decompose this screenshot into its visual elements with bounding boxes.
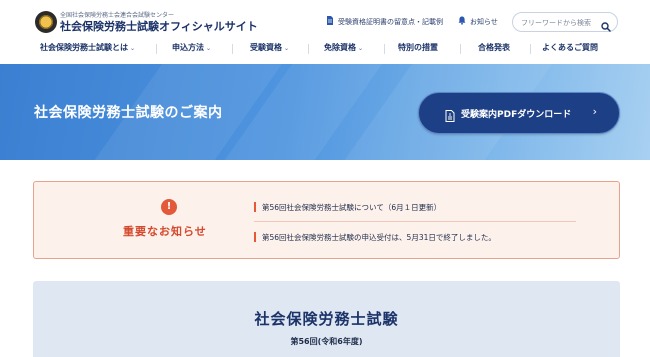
search-input[interactable] (521, 16, 597, 29)
nav-item-about[interactable]: 社会保険労務士試験とは ⌄ (40, 42, 135, 53)
pdf-file-icon (445, 107, 455, 122)
bell-icon (458, 16, 466, 27)
qualification-certificate-label: 受験資格証明書の留意点・記載例 (338, 17, 443, 26)
chevron-right-icon: › (592, 105, 597, 118)
exam-title: 社会保険労務士試験 (254, 310, 399, 328)
chevron-down-icon: ⌄ (206, 45, 212, 52)
nav-item-faq[interactable]: よくあるご質問 (542, 42, 598, 53)
news-link[interactable]: お知らせ (458, 16, 498, 27)
document-icon (326, 16, 334, 27)
search-icon[interactable] (601, 17, 611, 32)
nav-item-special-measures[interactable]: 特別の措置 (398, 42, 438, 53)
nav-item-application[interactable]: 申込方法 ⌄ (172, 42, 211, 53)
qualification-certificate-link[interactable]: 受験資格証明書の留意点・記載例 (326, 16, 443, 27)
site-logo[interactable] (35, 11, 57, 33)
site-title[interactable]: 社会保険労務士試験オフィシャルサイト (60, 18, 258, 34)
notice-divider (254, 221, 576, 222)
news-label: お知らせ (470, 17, 498, 26)
hero-title: 社会保険労務士試験のご案内 (34, 105, 223, 121)
hero-banner: 社会保険労務士試験のご案内 受験案内PDFダウンロード › (0, 64, 650, 160)
global-nav: 社会保険労務士試験とは ⌄ 申込方法 ⌄ 受験資格 ⌄ 免除資格 ⌄ 特別の措置 合格発… (0, 38, 650, 60)
site-header: 全国社会保険労務士会連合会試験センター 社会保険労務士試験オフィシャルサイト 受… (0, 0, 650, 64)
nav-divider (530, 44, 531, 54)
chevron-down-icon: ⌄ (284, 45, 290, 52)
nav-item-eligibility[interactable]: 受験資格 ⌄ (250, 42, 289, 53)
nav-item-exemption[interactable]: 免除資格 ⌄ (324, 42, 363, 53)
pdf-download-label: 受験案内PDFダウンロード (461, 110, 572, 120)
important-notice: ! 重要なお知らせ 第56回社会保険労務士試験について（6月１日更新） 第56回… (33, 181, 620, 259)
notice-item[interactable]: 第56回社会保険労務士試験について（6月１日更新） (254, 202, 441, 213)
nav-divider (460, 44, 461, 54)
nav-divider (308, 44, 309, 54)
pdf-download-button[interactable]: 受験案内PDFダウンロード › (418, 92, 620, 134)
notice-item[interactable]: 第56回社会保険労務士試験の申込受付は、5月31日で終了しました。 (254, 232, 496, 243)
chevron-down-icon: ⌄ (358, 45, 364, 52)
nav-item-results[interactable]: 合格発表 (478, 42, 510, 53)
nav-divider (232, 44, 233, 54)
exam-round: 第56回(令和6年度) (290, 337, 363, 346)
exclamation-icon: ! (161, 199, 177, 215)
chevron-down-icon: ⌄ (130, 45, 136, 52)
nav-divider (384, 44, 385, 54)
exam-section: 社会保険労務士試験 第56回(令和6年度) (33, 281, 620, 357)
search-box (512, 12, 618, 32)
notice-title: 重要なお知らせ (123, 225, 207, 238)
nav-divider (156, 44, 157, 54)
